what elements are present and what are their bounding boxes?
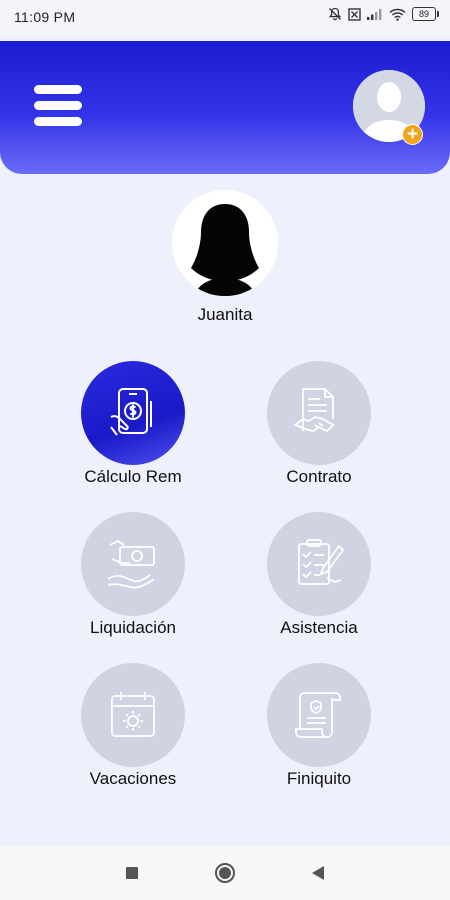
signal-icon: [367, 9, 382, 20]
tile-label: Vacaciones: [89, 769, 177, 788]
tile-label: Finiquito: [286, 769, 352, 788]
circle-icon[interactable]: [214, 862, 236, 884]
wifi-icon: [389, 8, 406, 21]
tile-label: Contrato: [286, 467, 352, 486]
tile-icon-circle: [81, 663, 185, 767]
profile-name: Juanita: [197, 305, 253, 324]
status-icons: 89: [328, 7, 439, 21]
hamburger-menu-icon[interactable]: [34, 83, 82, 127]
phone-money-icon: [110, 388, 152, 436]
tile-vacaciones[interactable]: Vacaciones: [43, 663, 223, 793]
scroll-document-icon: [295, 692, 341, 738]
tile-label: Liquidación: [89, 618, 176, 637]
tile-icon-circle: [81, 512, 185, 616]
tile-label: Cálculo Rem: [84, 467, 182, 486]
tile-icon-circle: [267, 663, 371, 767]
tile-icon-circle: [81, 361, 185, 465]
status-time: 11:09 PM: [14, 9, 76, 25]
square-icon[interactable]: [125, 866, 139, 880]
profile-avatar: [172, 190, 278, 296]
tile-calculo-rem[interactable]: Cálculo Rem: [43, 361, 223, 491]
app-header: [0, 41, 450, 174]
system-navigation-bar: [0, 846, 450, 900]
plus-badge-icon[interactable]: +: [402, 124, 423, 145]
tile-contrato[interactable]: Contrato: [229, 361, 409, 491]
tile-icon-circle: [267, 361, 371, 465]
bell-muted-icon: [328, 7, 342, 21]
triangle-back-icon[interactable]: [311, 865, 325, 881]
battery-indicator: 89: [412, 7, 439, 21]
calendar-sun-icon: [111, 692, 155, 737]
checklist-pen-icon: [298, 539, 345, 585]
tile-liquidacion[interactable]: Liquidación: [43, 512, 223, 642]
box-x-icon: [348, 7, 361, 21]
status-bar: 11:09 PM 89: [0, 0, 450, 34]
tile-icon-circle: [267, 512, 371, 616]
tile-finiquito[interactable]: Finiquito: [229, 663, 409, 793]
contract-handshake-icon: [293, 388, 335, 433]
cash-hand-icon: [107, 539, 155, 589]
tile-asistencia[interactable]: Asistencia: [229, 512, 409, 642]
tile-label: Asistencia: [280, 618, 358, 637]
